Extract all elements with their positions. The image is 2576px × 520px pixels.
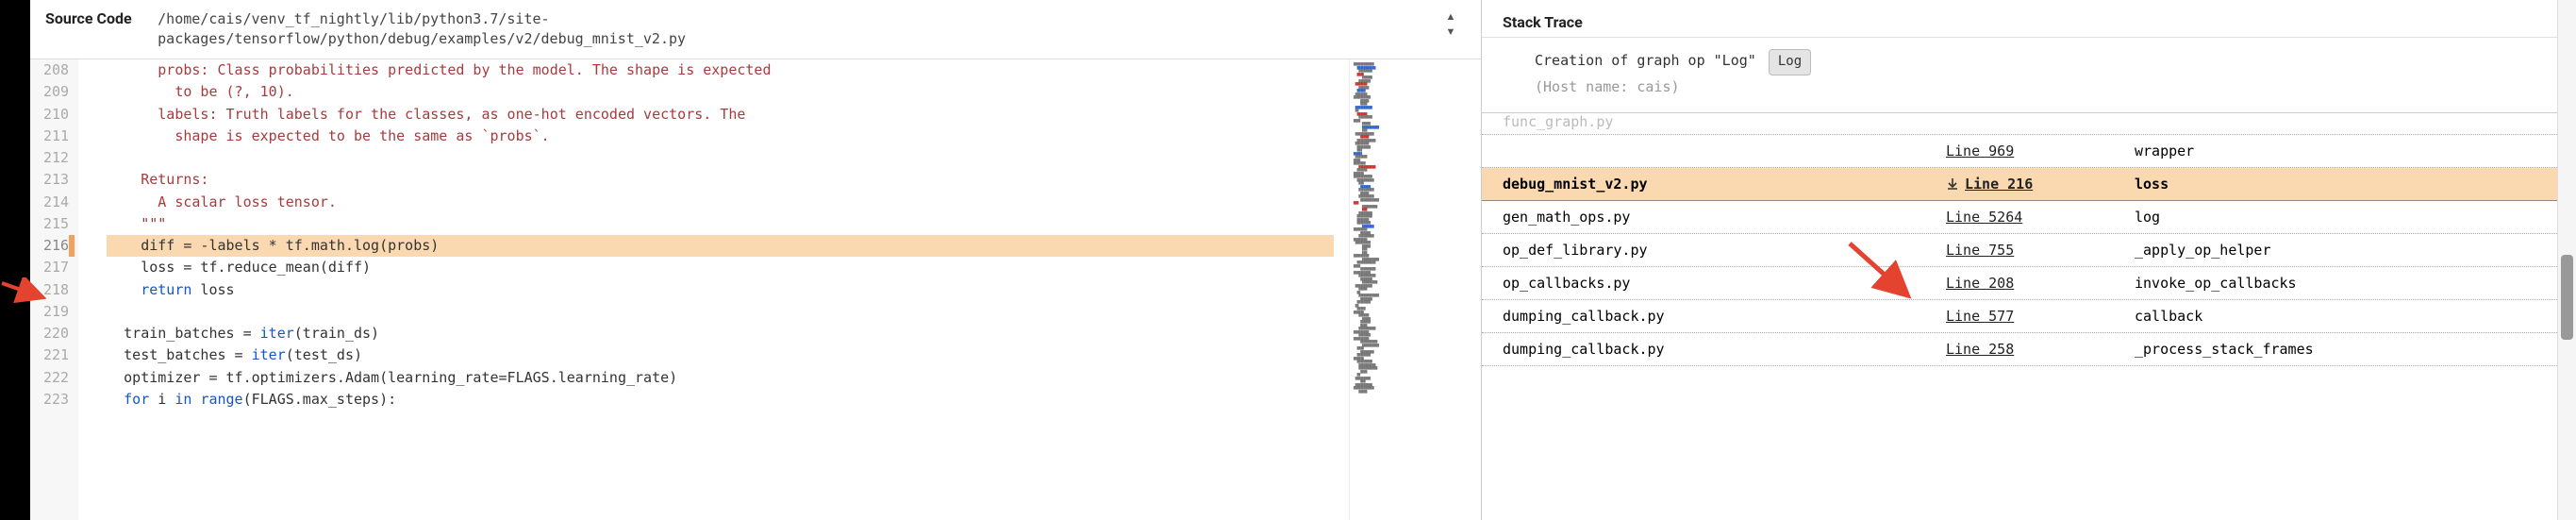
stack-line-link[interactable]: Line 577 [1946,308,2135,325]
line-number[interactable]: 217 [43,257,69,278]
code-line [107,147,1334,169]
stack-line-link[interactable]: Line 208 [1946,275,2135,292]
code-line: optimizer = tf.optimizers.Adam(learning_… [107,367,1334,389]
stack-scrollbar-thumb[interactable] [2561,255,2573,340]
stack-row-ghost: func_graph.py [1482,113,2576,135]
left-margin-strip [0,0,30,520]
line-number[interactable]: 222 [43,367,69,389]
host-name-text: (Host name: cais) [1535,78,1680,95]
stack-func: callback [2135,308,2555,325]
header-scroll-arrows: ▲ ▼ [1441,9,1466,40]
stack-line-link[interactable]: Line 5264 [1946,209,2135,226]
path-scroll-up[interactable]: ▲ [1441,9,1460,25]
stack-row[interactable]: debug_mnist_v2.pyLine 216loss [1482,168,2576,201]
stack-file: func_graph.py [1503,113,1946,130]
stack-func: _apply_op_helper [2135,242,2555,259]
stack-row[interactable]: op_callbacks.pyLine 208invoke_op_callbac… [1482,267,2576,300]
line-number[interactable]: 221 [43,344,69,366]
code-line: Returns: [107,169,1334,191]
stack-file: debug_mnist_v2.py [1503,176,1946,193]
source-body: 2082092102112122132142152162172182192202… [30,59,1481,520]
code-line: """ [107,213,1334,235]
code-line: diff = -labels * tf.math.log(probs) [107,235,1334,257]
stack-file: op_def_library.py [1503,242,1946,259]
stack-scrollbar[interactable] [2557,0,2576,520]
line-number[interactable]: 218 [43,279,69,301]
code-lines: probs: Class probabilities predicted by … [78,59,1349,520]
stack-row[interactable]: dumping_callback.pyLine 258_process_stac… [1482,333,2576,366]
creation-text: Creation of graph op "Log" [1535,52,1756,69]
stack-file: dumping_callback.py [1503,341,1946,358]
stack-subheader: Creation of graph op "Log" Log (Host nam… [1482,38,2576,113]
stack-file: op_callbacks.py [1503,275,1946,292]
code-line: A scalar loss tensor. [107,192,1334,213]
code-line: labels: Truth labels for the classes, as… [107,104,1334,126]
source-file-path: /home/cais/venv_tf_nightly/lib/python3.7… [158,9,686,49]
line-number[interactable]: 215 [43,213,69,235]
stack-row[interactable]: Line 969wrapper [1482,135,2576,168]
line-number[interactable]: 211 [43,126,69,147]
line-number[interactable]: 220 [43,323,69,344]
code-line: train_batches = iter(train_ds) [107,323,1334,344]
line-number[interactable]: 216 [43,235,69,257]
code-line: test_batches = iter(test_ds) [107,344,1334,366]
stack-func: wrapper [2135,143,2555,159]
stack-body: func_graph.py Line 969wrapperdebug_mnist… [1482,113,2576,520]
op-chip[interactable]: Log [1769,49,1811,75]
line-number[interactable]: 210 [43,104,69,126]
line-number[interactable]: 213 [43,169,69,191]
code-line: probs: Class probabilities predicted by … [107,59,1334,81]
stack-line-link[interactable]: Line 258 [1946,341,2135,358]
minimap[interactable]: ████████████ ███████████ ████████ ████ █… [1349,59,1481,520]
stack-file: gen_math_ops.py [1503,209,1946,226]
line-number[interactable]: 214 [43,192,69,213]
line-number[interactable]: 208 [43,59,69,81]
stack-file: dumping_callback.py [1503,308,1946,325]
code-line: shape is expected to be the same as `pro… [107,126,1334,147]
stack-row[interactable]: gen_math_ops.pyLine 5264log [1482,201,2576,234]
stack-row[interactable]: op_def_library.pyLine 755_apply_op_helpe… [1482,234,2576,267]
source-code-panel: Source Code /home/cais/venv_tf_nightly/l… [30,0,1482,520]
source-panel-header: Source Code /home/cais/venv_tf_nightly/l… [30,0,1481,59]
stack-header: Stack Trace [1482,0,2576,38]
line-number[interactable]: 223 [43,389,69,411]
line-number[interactable]: 209 [43,81,69,103]
stack-line-link[interactable]: Line 755 [1946,242,2135,259]
stack-line-link[interactable]: Line 216 [1946,176,2135,193]
download-icon [1946,177,1959,191]
code-line: loss = tf.reduce_mean(diff) [107,257,1334,278]
code-area[interactable]: 2082092102112122132142152162172182192202… [30,59,1349,520]
code-line: return loss [107,279,1334,301]
stack-line-link[interactable]: Line 969 [1946,143,2135,159]
stack-func: invoke_op_callbacks [2135,275,2555,292]
line-number[interactable]: 212 [43,147,69,169]
line-number-gutter: 2082092102112122132142152162172182192202… [30,59,78,520]
stack-func: log [2135,209,2555,226]
code-line [107,301,1334,323]
stack-trace-panel: Stack Trace Creation of graph op "Log" L… [1482,0,2576,520]
path-scroll-down[interactable]: ▼ [1441,25,1460,40]
stack-title: Stack Trace [1503,13,1583,31]
code-line: to be (?, 10). [107,81,1334,103]
line-number[interactable]: 219 [43,301,69,323]
source-panel-title: Source Code [45,9,132,27]
stack-func: loss [2135,176,2555,193]
stack-row[interactable]: dumping_callback.pyLine 577callback [1482,300,2576,333]
stack-func: _process_stack_frames [2135,341,2555,358]
code-line: for i in range(FLAGS.max_steps): [107,389,1334,411]
